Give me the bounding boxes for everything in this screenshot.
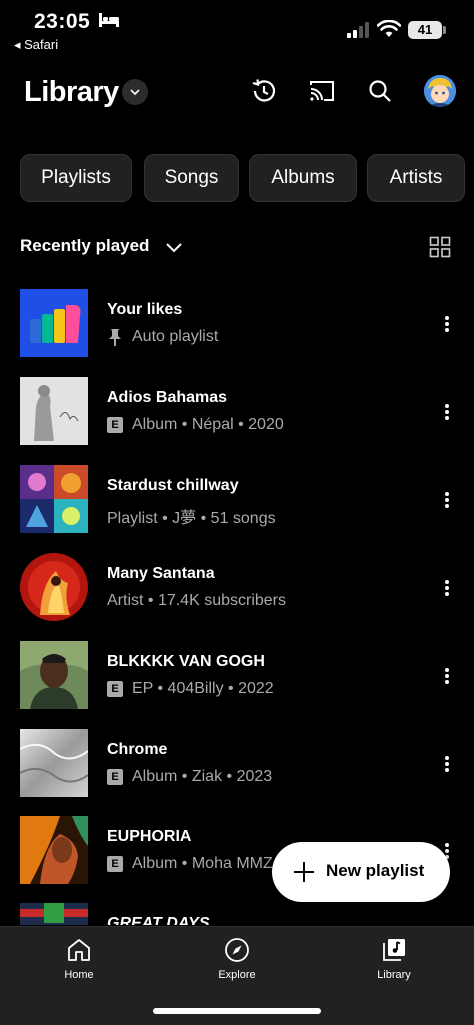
library-music-icon <box>383 939 405 961</box>
new-playlist-button[interactable]: New playlist <box>272 842 450 902</box>
more-options-button[interactable] <box>438 313 456 335</box>
explicit-badge: E <box>107 417 123 433</box>
liked-playlist-art <box>20 289 88 357</box>
item-thumbnail <box>20 729 88 797</box>
more-options-button[interactable] <box>438 753 456 775</box>
battery-level: 41 <box>408 21 442 39</box>
item-thumbnail <box>20 377 88 445</box>
compass-icon <box>225 938 249 962</box>
item-thumbnail <box>20 553 88 621</box>
explicit-badge: E <box>107 769 123 785</box>
wifi-icon <box>377 20 401 37</box>
item-subtitle: Artist • 17.4K subscribers <box>107 592 286 610</box>
chevron-down-icon[interactable] <box>164 238 184 256</box>
list-item[interactable]: Chrome E Album • Ziak • 2023 <box>0 729 474 817</box>
status-time: 23:05 <box>34 10 91 33</box>
item-title: Chrome <box>107 741 168 758</box>
cast-icon <box>310 81 334 101</box>
pin-icon <box>109 329 121 346</box>
more-options-button[interactable] <box>438 401 456 423</box>
nav-library-label: Library <box>377 969 411 981</box>
nav-home-label: Home <box>64 969 94 981</box>
sort-dropdown[interactable]: Recently played <box>20 236 149 256</box>
search-button[interactable] <box>365 76 395 106</box>
sleep-focus-icon <box>99 13 119 27</box>
album-art <box>20 377 88 445</box>
item-subtitle-text: Artist • 17.4K subscribers <box>107 592 286 609</box>
nav-home[interactable]: Home <box>34 937 124 987</box>
list-item[interactable]: Many Santana Artist • 17.4K subscribers <box>0 553 474 641</box>
item-thumbnail <box>20 816 88 884</box>
chip-artists[interactable]: Artists <box>367 154 465 202</box>
item-title: BLKKKK VAN GOGH <box>107 653 265 670</box>
item-subtitle: E EP • 404Billy • 2022 <box>107 680 274 698</box>
more-options-button[interactable] <box>438 489 456 511</box>
history-button[interactable] <box>249 76 279 106</box>
list-item[interactable]: GREAT DAYS <box>0 903 474 925</box>
history-icon <box>252 79 276 102</box>
item-title: Your likes <box>107 301 183 318</box>
cast-button[interactable] <box>307 76 337 106</box>
list-item[interactable]: Your likes Auto playlist <box>0 289 474 377</box>
search-icon <box>369 80 391 102</box>
item-subtitle-text: Playlist • J夢 • 51 songs <box>107 510 276 527</box>
avatar-image <box>424 75 456 107</box>
nav-library[interactable]: Library <box>349 937 439 987</box>
item-title: Stardust chillway <box>107 477 239 494</box>
item-subtitle: E Album • Ziak • 2023 <box>107 768 272 786</box>
sort-row: Recently played <box>0 230 474 264</box>
album-art <box>20 641 88 709</box>
battery-cap <box>443 26 446 34</box>
home-indicator <box>153 1008 321 1014</box>
item-subtitle-text: Auto playlist <box>132 328 219 345</box>
album-art <box>20 903 88 925</box>
item-title: Adios Bahamas <box>107 389 228 406</box>
album-art <box>20 816 88 884</box>
chevron-down-icon <box>130 89 140 96</box>
item-subtitle: Auto playlist <box>107 328 218 346</box>
item-thumbnail <box>20 641 88 709</box>
artist-photo <box>20 553 88 621</box>
library-header: Library <box>0 64 474 122</box>
chip-songs[interactable]: Songs <box>144 154 239 202</box>
explicit-badge: E <box>107 681 123 697</box>
item-thumbnail <box>20 903 88 925</box>
new-playlist-label: New playlist <box>326 861 425 880</box>
status-bar: 23:05 ◂ Safari 41 <box>0 0 474 58</box>
item-subtitle: E Album • Moha MMZ <box>107 855 273 873</box>
plus-icon <box>294 862 314 882</box>
grid-view-icon[interactable] <box>429 236 451 258</box>
item-title: Many Santana <box>107 565 215 582</box>
list-item[interactable]: Stardust chillway Playlist • J夢 • 51 son… <box>0 465 474 553</box>
more-options-button[interactable] <box>438 577 456 599</box>
cellular-signal-icon <box>347 22 369 38</box>
playlist-collage-art <box>20 465 88 533</box>
item-subtitle-text: Album • Moha MMZ <box>132 855 273 872</box>
page-title: Library <box>24 76 119 108</box>
back-to-safari-link[interactable]: ◂ Safari <box>14 37 58 53</box>
library-switch-dropdown[interactable] <box>122 79 148 105</box>
nav-explore[interactable]: Explore <box>192 937 282 987</box>
account-avatar[interactable] <box>424 75 456 107</box>
chip-playlists[interactable]: Playlists <box>20 154 132 202</box>
nav-explore-label: Explore <box>218 969 256 981</box>
list-item[interactable]: Adios Bahamas E Album • Népal • 2020 <box>0 377 474 465</box>
album-art <box>20 729 88 797</box>
list-item[interactable]: BLKKKK VAN GOGH E EP • 404Billy • 2022 <box>0 641 474 729</box>
item-thumbnail <box>20 289 88 357</box>
item-thumbnail <box>20 465 88 533</box>
item-subtitle-text: Album • Ziak • 2023 <box>132 768 273 785</box>
item-subtitle-text: EP • 404Billy • 2022 <box>132 680 274 697</box>
home-icon <box>68 939 90 961</box>
explicit-badge: E <box>107 856 123 872</box>
chip-albums[interactable]: Albums <box>249 154 357 202</box>
item-subtitle: E Album • Népal • 2020 <box>107 416 284 434</box>
item-subtitle: Playlist • J夢 • 51 songs <box>107 504 276 528</box>
item-title: GREAT DAYS <box>107 915 210 925</box>
item-subtitle-text: Album • Népal • 2020 <box>132 416 284 433</box>
more-options-button[interactable] <box>438 665 456 687</box>
